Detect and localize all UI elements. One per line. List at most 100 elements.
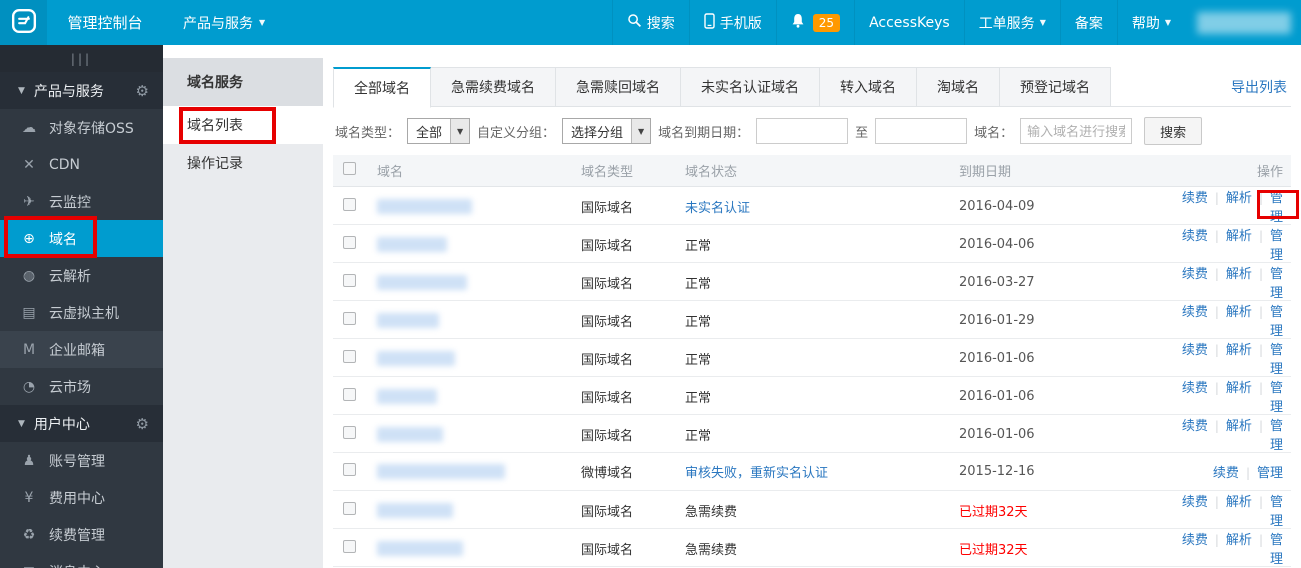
renew-link[interactable]: 续费 — [1182, 267, 1208, 282]
row-checkbox[interactable] — [343, 463, 356, 476]
resolve-link[interactable]: 解析 — [1226, 419, 1252, 434]
sidebar-item-dns[interactable]: ◍ 云解析 — [0, 257, 163, 294]
manage-link[interactable]: 管理 — [1270, 533, 1283, 567]
renew-link[interactable]: 续费 — [1182, 495, 1208, 510]
sidebar-item-cdn[interactable]: ✕ CDN — [0, 146, 163, 183]
action-separator: | — [1214, 495, 1219, 509]
resolve-link[interactable]: 解析 — [1226, 229, 1252, 244]
manage-link[interactable]: 管理 — [1270, 419, 1283, 453]
search-button[interactable]: 搜索 — [1144, 117, 1203, 145]
custom-group-select[interactable]: 选择分组 ▼ — [562, 118, 652, 144]
resolve-link[interactable]: 解析 — [1226, 495, 1252, 510]
select-all-checkbox[interactable] — [343, 162, 356, 175]
topbar-mobile-button[interactable]: 手机版 — [688, 0, 776, 45]
domain-search-input[interactable] — [1020, 118, 1133, 144]
resolve-link[interactable]: 解析 — [1226, 533, 1252, 548]
status-link[interactable]: 审核失败，重新实名认证 — [685, 466, 828, 481]
manage-link[interactable]: 管理 — [1257, 466, 1283, 481]
tab-transfer-in[interactable]: 转入域名 — [819, 67, 917, 107]
manage-link[interactable]: 管理 — [1270, 495, 1283, 529]
console-title[interactable]: 管理控制台 — [47, 12, 163, 33]
resolve-link[interactable]: 解析 — [1226, 343, 1252, 358]
sidebar-item-web-hosting[interactable]: ▤ 云虚拟主机 — [0, 294, 163, 331]
renew-link[interactable]: 续费 — [1182, 305, 1208, 320]
row-checkbox[interactable] — [343, 539, 356, 553]
row-checkbox[interactable] — [343, 273, 356, 287]
manage-link[interactable]: 管理 — [1270, 381, 1283, 415]
topbar-accesskeys[interactable]: AccessKeys — [854, 0, 964, 45]
sidebar-item-cloud-monitor[interactable]: ✈ 云监控 — [0, 183, 163, 220]
row-checkbox[interactable] — [343, 311, 356, 325]
username-redacted[interactable] — [1197, 11, 1291, 34]
sidebar-item-renewal[interactable]: ♻ 续费管理 — [0, 516, 163, 553]
topbar-notifications[interactable]: 25 — [775, 0, 854, 45]
row-checkbox[interactable] — [343, 425, 356, 439]
renew-link[interactable]: 续费 — [1182, 191, 1208, 206]
expiry-cell: 2016-01-29 — [959, 312, 1035, 328]
topbar-help-menu[interactable]: 帮助 ▼ — [1116, 0, 1185, 45]
gear-icon[interactable]: ⚙ — [136, 82, 149, 100]
products-services-menu[interactable]: 产品与服务 ▼ — [163, 0, 285, 45]
resolve-link[interactable]: 解析 — [1226, 381, 1252, 396]
resolve-link[interactable]: 解析 — [1226, 267, 1252, 282]
domain-name-redacted — [377, 274, 467, 290]
sidebar-section-products[interactable]: ▼ 产品与服务 ⚙ — [0, 72, 163, 109]
sidebar-item-message[interactable]: ✉ 消息中心 — [0, 553, 163, 568]
row-checkbox[interactable] — [343, 235, 356, 249]
manage-link[interactable]: 管理 — [1270, 191, 1283, 225]
tab-unverified[interactable]: 未实名认证域名 — [680, 67, 820, 107]
actions-cell: 续费 | 解析 | 管理 — [1169, 529, 1285, 567]
manage-link[interactable]: 管理 — [1270, 305, 1283, 339]
status-link[interactable]: 未实名认证 — [685, 201, 750, 216]
tab-bar: 全部域名 急需续费域名 急需赎回域名 未实名认证域名 转入域名 淘域名 预登记域名 导出列表 — [333, 67, 1291, 108]
domain-type-cell: 国际域名 — [581, 390, 634, 406]
renew-link[interactable]: 续费 — [1182, 229, 1208, 244]
subnav-item-operation-log[interactable]: 操作记录 — [163, 144, 323, 182]
action-separator: | — [1258, 533, 1263, 547]
topbar-ticket-menu[interactable]: 工单服务 ▼ — [963, 0, 1060, 45]
row-checkbox[interactable] — [343, 197, 356, 211]
tab-tao-domains[interactable]: 淘域名 — [916, 67, 1000, 107]
manage-link[interactable]: 管理 — [1270, 343, 1283, 377]
aliyun-logo[interactable] — [0, 0, 47, 45]
resolve-link[interactable]: 解析 — [1226, 305, 1252, 320]
renew-link[interactable]: 续费 — [1182, 533, 1208, 548]
tab-pre-register[interactable]: 预登记域名 — [999, 67, 1111, 107]
tab-renew-urgent[interactable]: 急需续费域名 — [430, 67, 556, 107]
topbar-beian[interactable]: 备案 — [1059, 0, 1117, 45]
resolve-link[interactable]: 解析 — [1226, 191, 1252, 206]
sidebar-item-account[interactable]: ♟ 账号管理 — [0, 442, 163, 479]
manage-link[interactable]: 管理 — [1270, 229, 1283, 263]
actions-cell: 续费 | 解析 | 管理 — [1169, 187, 1285, 225]
sidebar-item-billing[interactable]: ¥ 费用中心 — [0, 479, 163, 516]
mail-m-icon: M — [22, 341, 36, 358]
row-checkbox[interactable] — [343, 349, 356, 363]
action-separator: | — [1258, 343, 1263, 357]
sidebar-collapse-toggle[interactable]: ||| — [0, 45, 163, 72]
row-checkbox[interactable] — [343, 501, 356, 515]
row-checkbox[interactable] — [343, 387, 356, 401]
subnav-item-domain-list[interactable]: 域名列表 — [163, 106, 323, 144]
custom-group-select-value: 选择分组 — [571, 125, 624, 141]
sidebar-item-oss[interactable]: ☁ 对象存储OSS — [0, 109, 163, 146]
export-list-link[interactable]: 导出列表 — [1231, 77, 1291, 97]
renew-link[interactable]: 续费 — [1182, 343, 1208, 358]
expiry-from-input[interactable] — [756, 118, 849, 144]
renew-link[interactable]: 续费 — [1182, 381, 1208, 396]
sidebar-item-domain[interactable]: ⊕ 域名 — [0, 220, 163, 257]
renew-link[interactable]: 续费 — [1213, 466, 1239, 481]
sidebar-section-user[interactable]: ▼ 用户中心 ⚙ — [0, 405, 163, 442]
action-separator: | — [1258, 419, 1263, 433]
expiry-to-input[interactable] — [875, 118, 968, 144]
manage-link[interactable]: 管理 — [1270, 267, 1283, 301]
tab-all-domains[interactable]: 全部域名 — [333, 67, 431, 108]
sidebar-item-cloud-market[interactable]: ◔ 云市场 — [0, 368, 163, 405]
domain-type-select[interactable]: 全部 ▼ — [407, 118, 471, 144]
renew-link[interactable]: 续费 — [1182, 419, 1208, 434]
status-text: 正常 — [685, 314, 712, 330]
topbar-search-button[interactable]: 搜索 — [611, 0, 689, 45]
sidebar-item-label: 云解析 — [49, 268, 91, 285]
tab-redeem-urgent[interactable]: 急需赎回域名 — [555, 67, 681, 107]
gear-icon[interactable]: ⚙ — [136, 415, 149, 433]
sidebar-item-enterprise-mail[interactable]: M 企业邮箱 — [0, 331, 163, 368]
